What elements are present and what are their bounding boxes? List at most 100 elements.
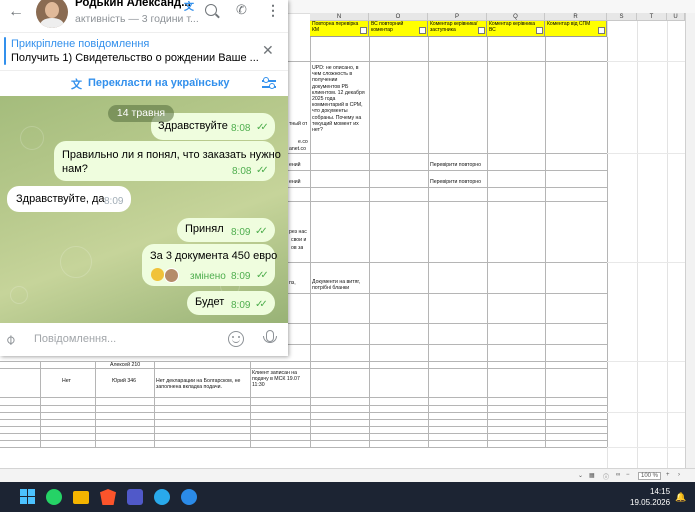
- whatsapp-icon[interactable]: [46, 489, 62, 505]
- search-icon[interactable]: [205, 4, 217, 16]
- microphone-icon[interactable]: [263, 330, 277, 343]
- gridline: [0, 426, 607, 427]
- avatar[interactable]: [36, 0, 68, 28]
- gridline: [310, 37, 311, 448]
- header-vs-comment[interactable]: ВС повторний коментар: [369, 21, 428, 37]
- header-spm-comment[interactable]: Коментар від СПМ: [545, 21, 607, 37]
- cell-client-note[interactable]: Клиент записан на подачу в МСК 19.07 11:…: [252, 370, 310, 389]
- cell-status[interactable]: Нет: [62, 378, 71, 384]
- cell-snippet[interactable]: anet.co: [289, 146, 306, 152]
- cell-docs-note[interactable]: Документи на витяг, потрібні бланки: [312, 279, 369, 291]
- gridline: [607, 412, 685, 413]
- windows-start-icon[interactable]: [20, 489, 36, 505]
- header-vs-manager-comment[interactable]: Коментар керівника ВС: [487, 21, 545, 37]
- filter-icon[interactable]: [419, 27, 426, 34]
- gridline: [487, 37, 488, 448]
- translate-bar[interactable]: 文 Перекласти на українську: [0, 70, 288, 97]
- cell-snippet[interactable]: ов за: [291, 245, 303, 251]
- column-header-q[interactable]: Q: [487, 13, 545, 21]
- cell-manager[interactable]: Юрий 346: [112, 378, 136, 384]
- header-manager-comment-label: Коментар керівника/заступника: [430, 21, 478, 33]
- cell-recheck[interactable]: Перевірити повторно: [430, 162, 481, 168]
- grid-view-icon[interactable]: ▦: [589, 472, 595, 479]
- column-header-o[interactable]: O: [369, 13, 428, 21]
- chat-area[interactable]: Здравствуйте 8:08 ✓✓ 14 травня Правильно…: [0, 96, 288, 323]
- cell-comment[interactable]: Нет декларации на Болгарском, не заполне…: [156, 378, 250, 390]
- gridline: [0, 397, 607, 398]
- brave-browser-icon[interactable]: [100, 489, 116, 505]
- teams-icon[interactable]: [127, 489, 143, 505]
- message-bubble-outgoing[interactable]: Правильно ли я понял, что заказать нужно…: [54, 141, 281, 181]
- phone-icon[interactable]: ✆: [236, 2, 247, 18]
- contact-name[interactable]: Родькин Александ...: [75, 0, 191, 9]
- gridline: [369, 37, 370, 448]
- expand-icon[interactable]: ›: [678, 472, 680, 478]
- gridline: [288, 61, 607, 62]
- filter-icon[interactable]: [598, 27, 605, 34]
- telegram-icon[interactable]: [154, 489, 170, 505]
- message-bubble-incoming[interactable]: Здравствуйте, да 8:09: [7, 186, 131, 212]
- column-header-n[interactable]: N: [310, 13, 369, 21]
- column-header-r[interactable]: R: [545, 13, 607, 21]
- clock-time[interactable]: 14:15: [650, 487, 670, 496]
- translate-button[interactable]: Перекласти на українську: [88, 77, 229, 89]
- column-header-s[interactable]: S: [607, 13, 637, 21]
- translate-icon: 文: [71, 79, 82, 91]
- column-header-p[interactable]: P: [428, 13, 487, 21]
- info-icon[interactable]: ⓘ: [603, 472, 609, 481]
- header-recheck-km[interactable]: Повторна перевірка КМ: [310, 21, 369, 37]
- message-input[interactable]: Повідомлення...: [34, 333, 116, 345]
- message-text: Принял: [185, 223, 224, 235]
- message-time: 8:08: [231, 123, 251, 134]
- close-icon[interactable]: ✕: [262, 42, 274, 59]
- cell-manager-top[interactable]: Алексей 210: [110, 362, 140, 368]
- gridline: [545, 37, 546, 448]
- message-time: 8:09: [231, 300, 251, 311]
- gridline: [607, 153, 685, 154]
- gridline: [607, 361, 685, 362]
- reaction-handshake-icon[interactable]: [151, 268, 164, 281]
- attach-paperclip-icon[interactable]: ⌀: [1, 331, 19, 349]
- settings-sliders-icon[interactable]: [262, 77, 276, 89]
- column-header-u[interactable]: U: [667, 13, 685, 21]
- link-icon[interactable]: ∞: [616, 472, 620, 478]
- cell-snippet[interactable]: пз,: [289, 280, 296, 286]
- cell-snippet[interactable]: e.co: [298, 139, 308, 145]
- message-bubble-outgoing[interactable]: Принял 8:09 ✓✓: [177, 218, 275, 242]
- more-vertical-icon[interactable]: ⋮: [266, 2, 280, 19]
- message-bubble-outgoing[interactable]: За 3 документа 450 евро змінено 8:09 ✓✓: [142, 244, 277, 286]
- file-explorer-icon[interactable]: [73, 491, 89, 504]
- filter-icon[interactable]: [360, 27, 367, 34]
- pinned-message[interactable]: Прикріплене повідомлення Получить 1) Сви…: [0, 32, 288, 71]
- message-bubble-outgoing[interactable]: Будет 8:09 ✓✓: [187, 291, 275, 315]
- column-header-t[interactable]: T: [637, 13, 667, 21]
- gridline: [607, 447, 685, 448]
- filter-icon[interactable]: [478, 27, 485, 34]
- cell-snippet[interactable]: тный от: [289, 121, 307, 127]
- cell-snippet[interactable]: ений: [289, 179, 301, 185]
- clock-date[interactable]: 19.05.2026: [630, 498, 670, 507]
- back-arrow-icon[interactable]: ←: [8, 3, 24, 21]
- cell-upd-note[interactable]: UPD: не описано, в чем сложность в получ…: [312, 65, 369, 133]
- cell-snippet[interactable]: рез нас: [289, 229, 307, 235]
- chevron-down-icon[interactable]: ⌄: [578, 472, 583, 479]
- zoom-in-icon[interactable]: +: [666, 472, 670, 478]
- cell-snippet[interactable]: свои и: [291, 237, 306, 243]
- pinned-title: Прикріплене повідомлення: [11, 38, 150, 50]
- header-manager-comment[interactable]: Коментар керівника/заступника: [428, 21, 487, 37]
- vertical-scrollbar[interactable]: [685, 13, 695, 468]
- cell-snippet[interactable]: ений: [289, 162, 301, 168]
- zoom-select[interactable]: 100 %: [638, 472, 662, 480]
- zoom-out-icon[interactable]: −: [626, 472, 630, 478]
- filter-icon[interactable]: [536, 27, 543, 34]
- notification-bell-icon[interactable]: 🔔: [675, 492, 686, 503]
- pinned-accent-bar: [4, 37, 6, 65]
- windows-taskbar: 14:15 19.05.2026 🔔: [0, 482, 695, 512]
- cell-recheck[interactable]: Перевірити повторно: [430, 179, 481, 185]
- sheet-status-bar: ⌄ ▦ ⓘ ∞ − 100 % + ›: [0, 468, 695, 482]
- messenger-app-icon[interactable]: [181, 489, 197, 505]
- message-text-line2: нам?: [62, 163, 88, 175]
- emoji-icon[interactable]: [228, 331, 244, 347]
- gridline: [667, 21, 668, 468]
- translate-icon[interactable]: 文: [184, 0, 194, 13]
